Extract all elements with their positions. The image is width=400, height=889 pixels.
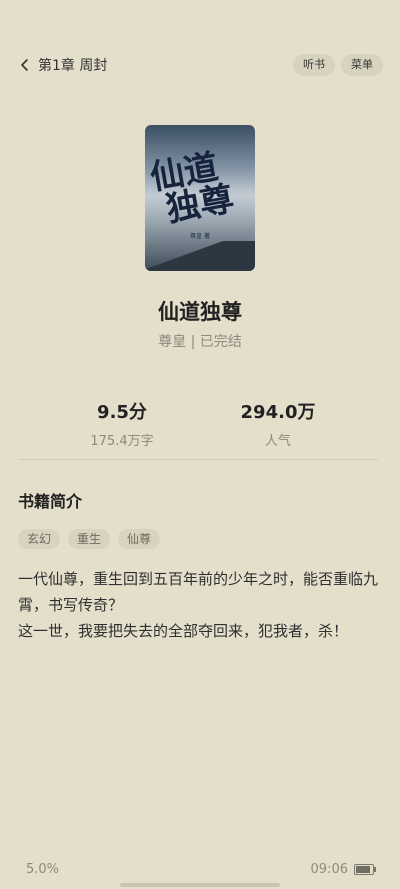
battery-icon	[354, 864, 376, 875]
clock: 09:06	[310, 862, 348, 877]
book-intro: 一代仙尊，重生回到五百年前的少年之时，能否重临九霄，书写传奇？ 这一世，我要把失…	[18, 566, 382, 644]
book-author-status: 尊皇 | 已完结	[158, 334, 242, 350]
home-indicator[interactable]	[120, 883, 280, 887]
tag-xuanhuan[interactable]: 玄幻	[18, 529, 61, 549]
back-button[interactable]: 第1章 周封	[18, 52, 107, 78]
tag-list: 玄幻 重生 仙尊	[18, 529, 161, 549]
reading-progress: 5.0%	[26, 862, 60, 877]
status-area: 09:06	[310, 862, 376, 877]
popularity-label: 人气	[264, 434, 291, 449]
cover-mountain-art	[145, 241, 255, 271]
listen-button[interactable]: 听书	[293, 54, 335, 76]
chevron-left-icon	[21, 59, 28, 71]
chapter-title: 第1章 周封	[38, 58, 108, 74]
cover-author-mark: 尊皇 著	[190, 233, 210, 240]
top-bar: 第1章 周封 听书 菜单	[0, 52, 400, 78]
word-count: 175.4万字	[90, 434, 154, 449]
book-cover[interactable]: 仙道 独尊 尊皇 著	[145, 125, 255, 271]
intro-section-title: 书籍简介	[18, 492, 83, 511]
divider	[18, 459, 378, 460]
cover-title-art: 仙道 独尊	[147, 145, 254, 230]
score-value: 9.5分	[97, 402, 147, 423]
tag-chongsheng[interactable]: 重生	[68, 529, 111, 549]
book-title: 仙道独尊	[158, 300, 242, 324]
popularity-stat: 294.0万 人气	[208, 398, 348, 449]
menu-button[interactable]: 菜单	[341, 54, 383, 76]
intro-paragraph: 一代仙尊，重生回到五百年前的少年之时，能否重临九霄，书写传奇？	[18, 570, 379, 614]
tag-xianzun[interactable]: 仙尊	[118, 529, 161, 549]
popularity-value: 294.0万	[240, 402, 316, 423]
intro-paragraph: 这一世，我要把失去的全部夺回来，犯我者，杀！	[18, 622, 349, 640]
score-stat: 9.5分 175.4万字	[52, 398, 192, 449]
